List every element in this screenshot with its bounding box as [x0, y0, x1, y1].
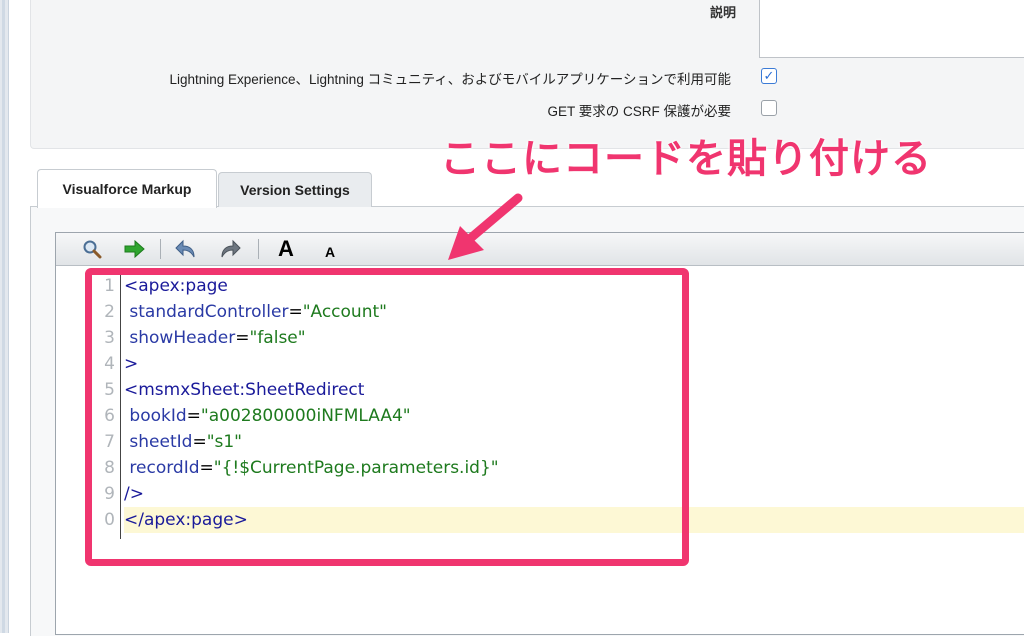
line-number: 6 — [104, 406, 115, 426]
code-token: "{!$CurrentPage.parameters.id}" — [213, 458, 499, 478]
line-number: 7 — [104, 432, 115, 452]
code-area[interactable]: <apex:page standardController="Account" … — [124, 273, 1024, 533]
gutter-divider — [120, 273, 121, 539]
left-sidebar-strip — [0, 0, 9, 633]
annotation-text: ここにコードを貼り付ける — [440, 136, 932, 182]
code-token: > — [124, 354, 139, 374]
line-number: 8 — [104, 458, 115, 478]
code-token: </apex:page> — [124, 510, 248, 530]
code-token: sheetId — [124, 432, 193, 452]
code-token: = — [288, 302, 303, 322]
csrf-required-checkbox[interactable] — [761, 100, 777, 116]
font-smaller-icon[interactable]: A — [318, 240, 342, 264]
toolbar-separator — [258, 239, 259, 259]
redo-icon[interactable] — [218, 237, 242, 261]
line-number: 3 — [104, 328, 115, 348]
description-label: 説明 — [709, 5, 736, 20]
code-token: standardController — [124, 302, 289, 322]
code-editor[interactable]: A A 1 2 3 4 5 6 7 8 9 0 <apex:page standardContro… — [55, 232, 1024, 635]
lightning-available-label: Lightning Experience、Lightning コミュニティ、およ… — [169, 72, 731, 87]
code-line[interactable]: sheetId="s1" — [124, 429, 1024, 455]
line-number-gutter: 1 2 3 4 5 6 7 8 9 0 — [93, 273, 119, 533]
editor-toolbar: A A — [56, 233, 1024, 266]
search-icon[interactable] — [80, 237, 104, 261]
code-line[interactable]: recordId="{!$CurrentPage.parameters.id}" — [124, 455, 1024, 481]
code-token: "s1" — [206, 432, 242, 452]
code-line[interactable]: > — [124, 351, 1024, 377]
line-number: 0 — [104, 510, 115, 530]
line-number: 4 — [104, 354, 115, 374]
line-number: 5 — [104, 380, 115, 400]
lightning-available-checkbox[interactable]: ✓ — [761, 68, 777, 84]
go-arrow-icon[interactable] — [122, 237, 146, 261]
code-line[interactable]: bookId="a002800000iNFMLAA4" — [124, 403, 1024, 429]
code-token: /> — [124, 484, 144, 504]
code-line[interactable]: showHeader="false" — [124, 325, 1024, 351]
code-line[interactable]: <apex:page — [124, 273, 1024, 299]
code-token: = — [235, 328, 250, 348]
code-token: "false" — [249, 328, 306, 348]
code-token: = — [199, 458, 214, 478]
code-line[interactable]: </apex:page> — [124, 507, 1024, 533]
code-token: recordId — [124, 458, 200, 478]
toolbar-separator — [160, 239, 161, 259]
code-line[interactable]: /> — [124, 481, 1024, 507]
code-token: = — [192, 432, 207, 452]
code-token: bookId — [124, 406, 187, 426]
code-line[interactable]: standardController="Account" — [124, 299, 1024, 325]
code-token: = — [186, 406, 201, 426]
code-token: "a002800000iNFMLAA4" — [200, 406, 411, 426]
tab-visualforce-markup[interactable]: Visualforce Markup — [37, 169, 217, 208]
line-number: 1 — [104, 276, 115, 296]
code-line[interactable]: <msmxSheet:SheetRedirect — [124, 377, 1024, 403]
font-larger-icon[interactable]: A — [274, 236, 298, 261]
line-number: 2 — [104, 302, 115, 322]
code-token: showHeader — [124, 328, 236, 348]
code-token: <apex:page — [124, 276, 228, 296]
description-textarea[interactable] — [759, 0, 1024, 58]
code-token: <msmxSheet:SheetRedirect — [124, 380, 365, 400]
csrf-required-label: GET 要求の CSRF 保護が必要 — [547, 104, 731, 119]
code-token: "Account" — [302, 302, 387, 322]
undo-icon[interactable] — [174, 237, 198, 261]
line-number: 9 — [104, 484, 115, 504]
tab-version-settings[interactable]: Version Settings — [218, 172, 372, 207]
annotation-arrow-icon — [448, 193, 523, 260]
